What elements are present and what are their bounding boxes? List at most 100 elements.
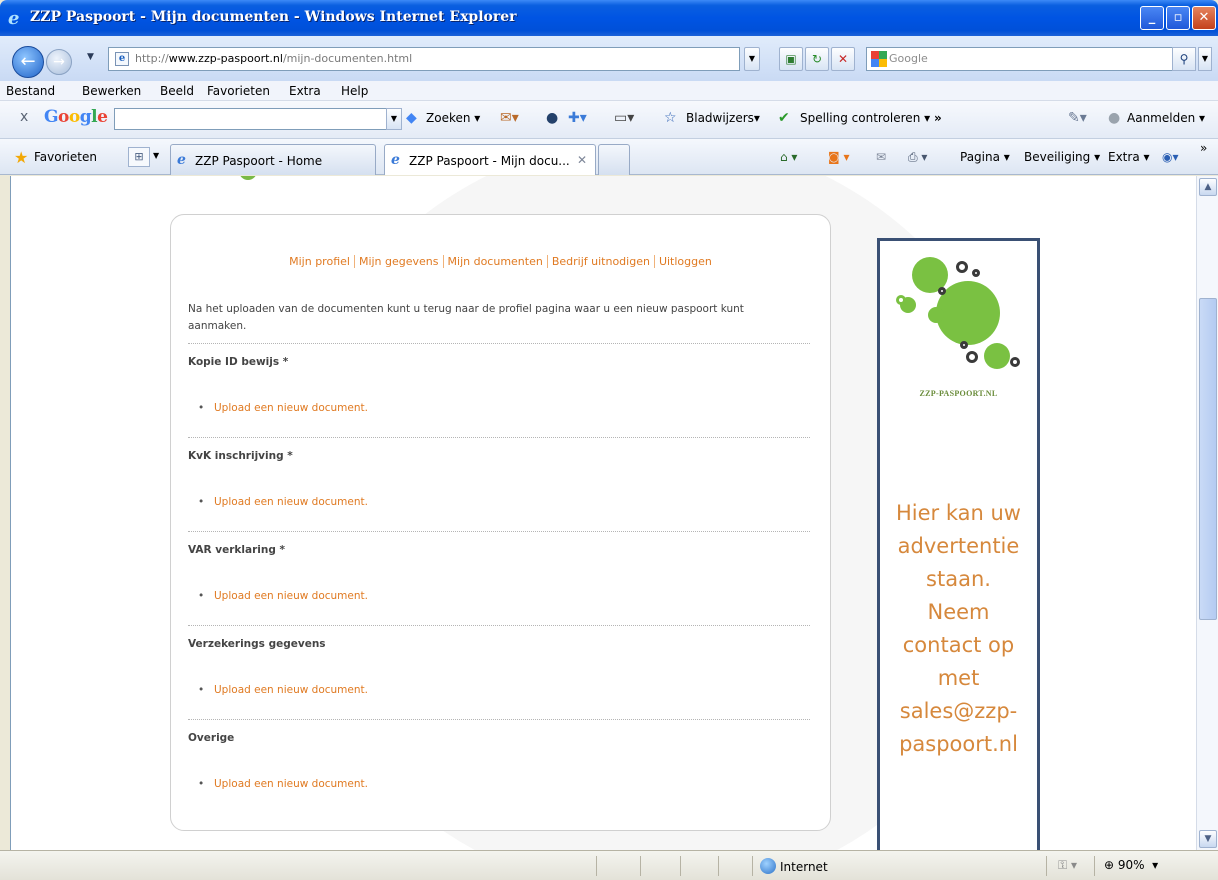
- scroll-down-icon[interactable]: ▼: [1199, 830, 1217, 848]
- upload-link[interactable]: Upload een nieuw document.: [198, 684, 368, 696]
- signin-button[interactable]: Aanmelden ▾: [1127, 111, 1205, 125]
- menu-bewerken[interactable]: Bewerken: [82, 84, 141, 98]
- section-kopie-id: Kopie ID bewijs * Upload een nieuw docum…: [188, 343, 810, 414]
- back-button[interactable]: ←: [12, 46, 44, 78]
- ad-brand-name: ZZP-PASPOORT.NL: [919, 389, 998, 398]
- upload-link[interactable]: Upload een nieuw document.: [198, 496, 368, 508]
- address-url[interactable]: http://www.zzp-paspoort.nl/mijn-document…: [135, 52, 412, 65]
- section-title: Kopie ID bewijs *: [188, 356, 289, 368]
- close-toolbar-icon[interactable]: x: [20, 109, 28, 125]
- search-input[interactable]: Google: [866, 47, 1194, 71]
- maximize-button[interactable]: ▫: [1166, 6, 1190, 30]
- google-logo: Google: [44, 107, 108, 127]
- google-search-icon: ◆: [406, 110, 417, 126]
- title-bar: e ZZP Paspoort - Mijn documenten - Windo…: [0, 0, 1218, 36]
- scroll-up-icon[interactable]: ▲: [1199, 178, 1217, 196]
- google-search-label: Zoeken: [426, 111, 471, 125]
- intro-text: Na het uploaden van de documenten kunt u…: [188, 303, 744, 332]
- address-bar[interactable]: e http://www.zzp-paspoort.nl/mijn-docume…: [108, 47, 740, 71]
- security-zone[interactable]: Internet: [760, 858, 828, 874]
- protected-mode-icon[interactable]: ⚿ ▾: [1058, 858, 1077, 873]
- nav-uitloggen[interactable]: Uitloggen: [653, 255, 716, 268]
- nav-mijn-profiel[interactable]: Mijn profiel: [285, 255, 354, 268]
- security-menu-label: Beveiliging: [1024, 150, 1091, 164]
- close-button[interactable]: ✕: [1192, 6, 1216, 30]
- forward-button[interactable]: →: [46, 49, 72, 75]
- bookmarks-button[interactable]: Bladwijzers▾: [686, 111, 760, 125]
- upload-link[interactable]: Upload een nieuw document.: [198, 590, 368, 602]
- documents-panel: Mijn profiel Mijn gegevens Mijn documenten…: [170, 214, 831, 831]
- tab-home[interactable]: e ZZP Paspoort - Home: [170, 144, 376, 175]
- upload-link[interactable]: Upload een nieuw document.: [198, 402, 368, 414]
- zoom-level[interactable]: ⊕ 90% ▾: [1104, 858, 1158, 872]
- share-icon[interactable]: ✉▾: [500, 110, 519, 126]
- nav-mijn-gegevens[interactable]: Mijn gegevens: [353, 255, 443, 268]
- vertical-scrollbar[interactable]: ▲ ▼: [1196, 176, 1218, 850]
- bookmarks-label: Bladwijzers: [686, 111, 754, 125]
- pagerank-icon[interactable]: ●: [546, 110, 558, 126]
- tab-bar: ★ Favorieten ⊞ ▼ e ZZP Paspoort - Home e…: [0, 139, 1218, 175]
- toolbar-overflow-button[interactable]: »: [934, 111, 942, 125]
- ad-line: met: [937, 666, 980, 690]
- tab-list-dropdown-icon[interactable]: ▼: [153, 151, 159, 160]
- menu-beeld[interactable]: Beeld: [160, 84, 194, 98]
- help-icon[interactable]: ◉▾: [1162, 150, 1179, 164]
- extra-menu-button[interactable]: Extra ▾: [1108, 150, 1150, 164]
- favorites-star-icon: ★: [14, 148, 29, 167]
- rss-icon[interactable]: ◙ ▾: [828, 150, 849, 164]
- header-logo-fragment: [239, 176, 257, 180]
- search-options-icon[interactable]: ▼: [1198, 47, 1212, 71]
- minimize-button[interactable]: _: [1140, 6, 1164, 30]
- menu-help[interactable]: Help: [341, 84, 368, 98]
- status-bar: Internet ⚿ ▾ ⊕ 90% ▾: [0, 850, 1218, 880]
- signin-icon: ●: [1108, 110, 1121, 126]
- menu-favorieten[interactable]: Favorieten: [207, 84, 270, 98]
- page-icon: e: [115, 52, 129, 66]
- stop-icon[interactable]: ✕: [831, 47, 855, 71]
- zone-label: Internet: [780, 860, 828, 874]
- mail-icon[interactable]: ✉: [876, 150, 886, 164]
- plus-icon[interactable]: ✚▾: [568, 110, 587, 126]
- nav-bedrijf-uitnodigen[interactable]: Bedrijf uitnodigen: [546, 255, 654, 268]
- popup-blocker-icon[interactable]: ▭▾: [614, 110, 634, 126]
- nav-mijn-documenten[interactable]: Mijn documenten: [442, 255, 547, 268]
- history-dropdown-icon[interactable]: ▼: [87, 52, 94, 62]
- ad-line: advertentie: [897, 534, 1020, 558]
- section-overige: Overige Upload een nieuw document.: [188, 719, 810, 790]
- tab-close-icon[interactable]: ✕: [577, 153, 587, 167]
- google-toolbar: x Google ▼ ◆ Zoeken ▾ ✉▾ ● ✚▾ ▭▾ ☆ Bladw…: [0, 101, 1218, 139]
- page-menu-button[interactable]: Pagina ▾: [960, 150, 1010, 164]
- refresh-icon[interactable]: ↻: [805, 47, 829, 71]
- wrench-icon[interactable]: ✎▾: [1068, 110, 1087, 126]
- spellcheck-button[interactable]: Spelling controleren ▾: [800, 111, 930, 125]
- address-dropdown-icon[interactable]: ▼: [744, 47, 760, 71]
- google-search-input[interactable]: [114, 108, 388, 130]
- spellcheck-icon: ✔: [778, 110, 790, 126]
- ad-text: Hier kan uw advertentie staan. Neem cont…: [880, 497, 1037, 761]
- url-prefix: http://: [135, 52, 169, 65]
- quick-tabs-icon[interactable]: ⊞: [128, 147, 150, 167]
- url-path: /mijn-documenten.html: [282, 52, 413, 65]
- tab-mijn-documenten[interactable]: e ZZP Paspoort - Mijn docu... ✕: [384, 144, 596, 175]
- print-icon[interactable]: ⎙ ▾: [908, 150, 927, 165]
- ad-line: sales@zzp-: [899, 699, 1018, 723]
- menu-bestand[interactable]: Bestand: [6, 84, 55, 98]
- ad-line: paspoort.nl: [899, 732, 1018, 756]
- favorites-button[interactable]: Favorieten: [34, 150, 97, 164]
- bookmark-star-icon: ☆: [664, 110, 677, 126]
- google-search-dropdown-icon[interactable]: ▼: [386, 108, 402, 130]
- search-icon[interactable]: ⚲: [1172, 47, 1196, 71]
- command-overflow-icon[interactable]: »: [1200, 141, 1207, 155]
- browser-window: e ZZP Paspoort - Mijn documenten - Windo…: [0, 0, 1218, 880]
- upload-link[interactable]: Upload een nieuw document.: [198, 778, 368, 790]
- scroll-thumb[interactable]: [1199, 298, 1217, 620]
- home-icon[interactable]: ⌂ ▾: [780, 150, 797, 164]
- section-kvk: KvK inschrijving * Upload een nieuw docu…: [188, 437, 810, 508]
- spellcheck-label: Spelling controleren: [800, 111, 921, 125]
- advertisement-banner[interactable]: ZZP-PASPOORT.NL Hier kan uw advertentie …: [877, 238, 1040, 850]
- menu-extra[interactable]: Extra: [289, 84, 321, 98]
- security-menu-button[interactable]: Beveiliging ▾: [1024, 150, 1100, 164]
- compatibility-view-icon[interactable]: ▣: [779, 47, 803, 71]
- google-search-button[interactable]: Zoeken ▾: [426, 111, 480, 125]
- new-tab-button[interactable]: [598, 144, 630, 175]
